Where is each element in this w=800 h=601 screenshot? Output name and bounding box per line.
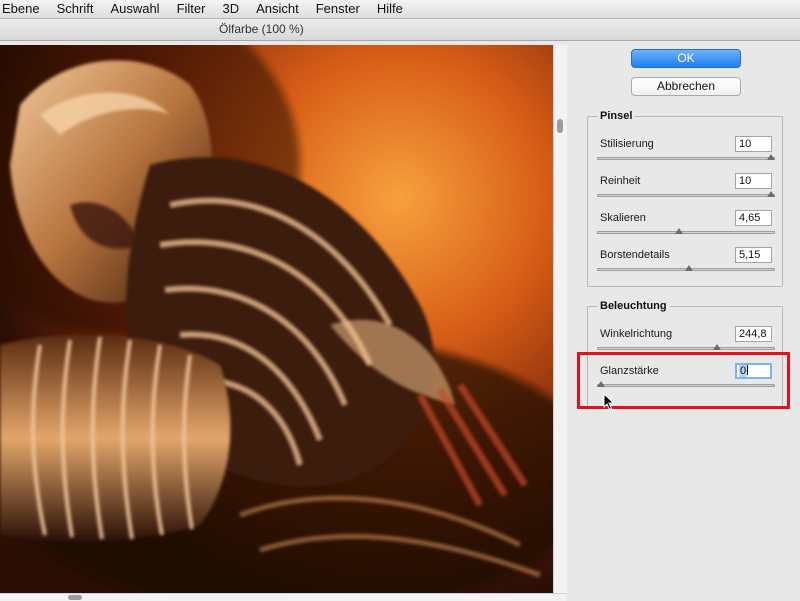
glanzstaerke-label: Glanzstärke [600, 365, 659, 377]
stilisierung-slider[interactable] [597, 157, 775, 160]
cancel-button[interactable]: Abbrechen [631, 77, 741, 96]
skalieren-input[interactable]: 4,65 [735, 210, 772, 226]
glanzstaerke-input[interactable]: 0 [735, 363, 772, 379]
stilisierung-slider-thumb[interactable] [767, 154, 775, 160]
menu-auswahl[interactable]: Auswahl [102, 0, 168, 18]
stilisierung-label: Stilisierung [600, 138, 654, 150]
skalieren-slider-thumb[interactable] [675, 228, 684, 234]
beleuchtung-group: Beleuchtung Winkelrichtung 244,8 Glanzst… [587, 300, 783, 409]
skalieren-slider[interactable] [597, 231, 775, 234]
menu-bar: Ebene Schrift Auswahl Filter 3D Ansicht … [0, 0, 800, 19]
winkelrichtung-slider-thumb[interactable] [712, 344, 721, 350]
menu-schrift[interactable]: Schrift [49, 0, 103, 18]
menu-fenster[interactable]: Fenster [308, 0, 369, 18]
dialog-title: Ölfarbe (100 %) [219, 22, 304, 36]
borstendetails-label: Borstendetails [600, 249, 670, 261]
winkelrichtung-slider[interactable] [597, 347, 775, 350]
reinheit-input[interactable]: 10 [735, 173, 772, 189]
text-caret [747, 365, 749, 375]
glanzstaerke-value: 0 [739, 365, 748, 377]
glanzstaerke-slider[interactable] [597, 384, 775, 387]
winkelrichtung-label: Winkelrichtung [600, 328, 673, 340]
menu-ebene[interactable]: Ebene [0, 0, 49, 18]
borstendetails-slider-thumb[interactable] [684, 265, 693, 271]
reinheit-label: Reinheit [600, 175, 641, 187]
pinsel-group: Pinsel Stilisierung 10 Reinheit 10 Skali… [587, 110, 783, 287]
preview-vertical-scrollbar[interactable] [553, 45, 567, 593]
glanzstaerke-slider-thumb[interactable] [597, 381, 605, 387]
menu-hilfe[interactable]: Hilfe [369, 0, 412, 18]
winkelrichtung-input[interactable]: 244,8 [735, 326, 772, 342]
menu-filter[interactable]: Filter [169, 0, 215, 18]
menu-ansicht[interactable]: Ansicht [248, 0, 308, 18]
horizontal-scroll-thumb[interactable] [68, 595, 82, 600]
beleuchtung-group-title: Beleuchtung [597, 300, 670, 312]
menu-3d[interactable]: 3D [214, 0, 248, 18]
preview-image [0, 45, 553, 593]
borstendetails-input[interactable]: 5,15 [735, 247, 772, 263]
ok-button[interactable]: OK [631, 49, 741, 68]
pinsel-group-title: Pinsel [597, 110, 636, 122]
filter-preview[interactable] [0, 45, 553, 593]
reinheit-slider-thumb[interactable] [767, 191, 775, 197]
arrow-cursor-icon [603, 393, 615, 411]
reinheit-slider[interactable] [597, 194, 775, 197]
vertical-scroll-thumb[interactable] [557, 119, 563, 133]
skalieren-label: Skalieren [600, 212, 646, 224]
dialog-title-bar: Ölfarbe (100 %) [0, 19, 800, 41]
stilisierung-input[interactable]: 10 [735, 136, 772, 152]
